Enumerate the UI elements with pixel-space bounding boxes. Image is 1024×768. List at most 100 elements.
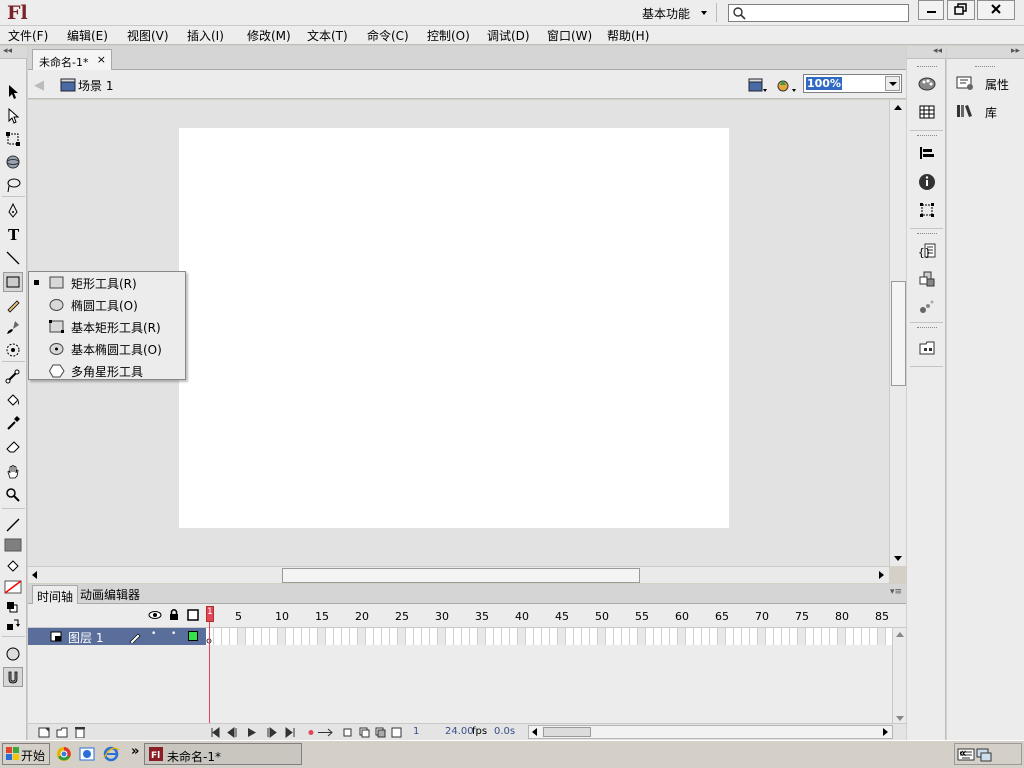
project-folder-icon[interactable]: [917, 338, 937, 358]
menu-file[interactable]: 文件(F): [8, 27, 48, 44]
new-layer-icon[interactable]: [38, 727, 50, 738]
dock-collapse-handle[interactable]: ▸▸: [947, 46, 1024, 59]
zoom-tool-icon[interactable]: [3, 485, 23, 505]
scroll-left-icon[interactable]: [32, 571, 37, 579]
current-frame[interactable]: 1: [413, 726, 419, 737]
stage-canvas[interactable]: [179, 128, 729, 528]
restore-button[interactable]: [947, 0, 975, 20]
actions-script-icon[interactable]: {}: [917, 241, 937, 261]
lock-icon[interactable]: [168, 608, 180, 621]
panel-menu-icon[interactable]: ▾≡: [890, 587, 902, 597]
fill-bucket-small-icon[interactable]: [3, 556, 23, 576]
lock-dot[interactable]: •: [171, 629, 176, 639]
scroll-right-icon[interactable]: [879, 571, 884, 579]
minimize-button[interactable]: [918, 0, 944, 20]
brush-tool-icon[interactable]: [3, 317, 23, 337]
info-icon[interactable]: [917, 172, 937, 192]
scroll-thumb[interactable]: [282, 568, 640, 583]
frame-rate[interactable]: 24.00: [445, 726, 474, 737]
close-button[interactable]: [977, 0, 1015, 20]
flyout-item-primitive-rectangle[interactable]: 基本矩形工具(R): [29, 316, 185, 338]
tab-motion-editor[interactable]: 动画编辑器: [80, 586, 140, 603]
snap-magnet-icon[interactable]: [3, 667, 23, 687]
eye-icon[interactable]: [148, 609, 162, 621]
line-tool-icon[interactable]: [3, 248, 23, 268]
menu-view[interactable]: 视图(V): [127, 27, 169, 44]
edit-symbols-icon[interactable]: [776, 77, 798, 93]
flyout-item-rectangle[interactable]: 矩形工具(R): [29, 272, 185, 294]
panel-grip[interactable]: [917, 66, 937, 69]
menu-text[interactable]: 文本(T): [307, 27, 348, 44]
timeline-vertical-scrollbar[interactable]: [892, 628, 906, 726]
fill-color-swatch[interactable]: [3, 535, 23, 555]
scroll-up-icon[interactable]: [894, 105, 902, 110]
dock-collapse-handle[interactable]: ◂◂: [907, 46, 946, 59]
internet-explorer-icon[interactable]: [103, 746, 120, 762]
subselection-tool-icon[interactable]: [3, 106, 23, 126]
network-icon[interactable]: [975, 746, 993, 763]
selection-tool-icon[interactable]: [3, 82, 23, 102]
hand-tool-icon[interactable]: [3, 462, 23, 482]
frame-ruler[interactable]: 5 10 15 20 25 30 35 40 45 50 55 60 65 70…: [206, 606, 892, 626]
scroll-thumb[interactable]: [891, 281, 906, 386]
scroll-right-icon[interactable]: [883, 728, 888, 736]
stroke-color-swatch[interactable]: [3, 577, 23, 597]
eyedropper-tool-icon[interactable]: [3, 413, 23, 433]
timeline-horizontal-scrollbar[interactable]: [528, 725, 893, 739]
scene-label[interactable]: 场景 1: [78, 77, 113, 94]
menu-edit[interactable]: 编辑(E): [67, 27, 108, 44]
scroll-down-icon[interactable]: [896, 716, 904, 721]
swatches-grid-icon[interactable]: [917, 102, 937, 122]
scroll-up-icon[interactable]: [896, 632, 904, 637]
motion-presets-icon[interactable]: [917, 296, 937, 316]
start-button[interactable]: 开始: [2, 743, 50, 765]
properties-panel-button[interactable]: 属性: [955, 74, 1009, 94]
new-folder-icon[interactable]: [56, 727, 68, 738]
scroll-left-icon[interactable]: [532, 728, 537, 736]
flyout-item-oval[interactable]: 椭圆工具(O): [29, 294, 185, 316]
scroll-down-icon[interactable]: [894, 556, 902, 561]
flyout-item-primitive-oval[interactable]: 基本椭圆工具(O): [29, 338, 185, 360]
outline-icon[interactable]: [187, 609, 199, 621]
layer-row[interactable]: 图层 1 • •: [28, 628, 206, 645]
pen-tool-icon[interactable]: [3, 201, 23, 221]
playhead[interactable]: 1: [206, 606, 214, 622]
workspace-switcher[interactable]: 基本功能: [633, 1, 714, 23]
components-icon[interactable]: [917, 269, 937, 289]
tab-timeline[interactable]: 时间轴: [32, 585, 78, 604]
panel-grip[interactable]: [975, 66, 995, 69]
frame-grid[interactable]: [206, 628, 892, 645]
menu-commands[interactable]: 命令(C): [367, 27, 409, 44]
layer-name[interactable]: 图层 1: [68, 629, 103, 646]
taskbar-task-flash[interactable]: Fl 未命名-1*: [144, 743, 302, 765]
text-tool-icon[interactable]: T: [3, 224, 23, 244]
zoom-select[interactable]: 100%: [803, 74, 902, 93]
onion-skin-controls[interactable]: [308, 727, 408, 738]
deco-tool-icon[interactable]: [3, 340, 23, 360]
vertical-scrollbar[interactable]: [889, 100, 906, 566]
lasso-tool-icon[interactable]: [3, 175, 23, 195]
trash-icon[interactable]: [74, 726, 86, 738]
scroll-thumb[interactable]: [543, 727, 591, 737]
edit-scene-icon[interactable]: [748, 77, 768, 93]
menu-window[interactable]: 窗口(W): [547, 27, 592, 44]
color-palette-icon[interactable]: [917, 74, 937, 94]
flyout-item-polystar[interactable]: 多角星形工具: [29, 360, 185, 382]
playback-controls[interactable]: [210, 727, 306, 738]
stroke-color-icon[interactable]: [3, 515, 23, 535]
3d-rotation-tool-icon[interactable]: [3, 152, 23, 172]
eraser-tool-icon[interactable]: [3, 436, 23, 456]
chevron-more-icon[interactable]: »: [131, 744, 139, 759]
object-drawing-icon[interactable]: [3, 644, 23, 664]
back-arrow-icon[interactable]: ◀: [34, 78, 44, 93]
menu-debug[interactable]: 调试(D): [487, 27, 530, 44]
panel-grip[interactable]: [917, 233, 937, 236]
outline-color-swatch[interactable]: [188, 631, 198, 641]
tray-expand-icon[interactable]: «: [959, 746, 967, 760]
transform-icon[interactable]: [917, 200, 937, 220]
visibility-dot[interactable]: •: [151, 629, 156, 639]
chrome-icon[interactable]: [56, 746, 72, 762]
panel-grip[interactable]: [917, 135, 937, 138]
swap-colors-icon[interactable]: [3, 615, 23, 635]
rectangle-tool-icon[interactable]: [3, 272, 23, 292]
